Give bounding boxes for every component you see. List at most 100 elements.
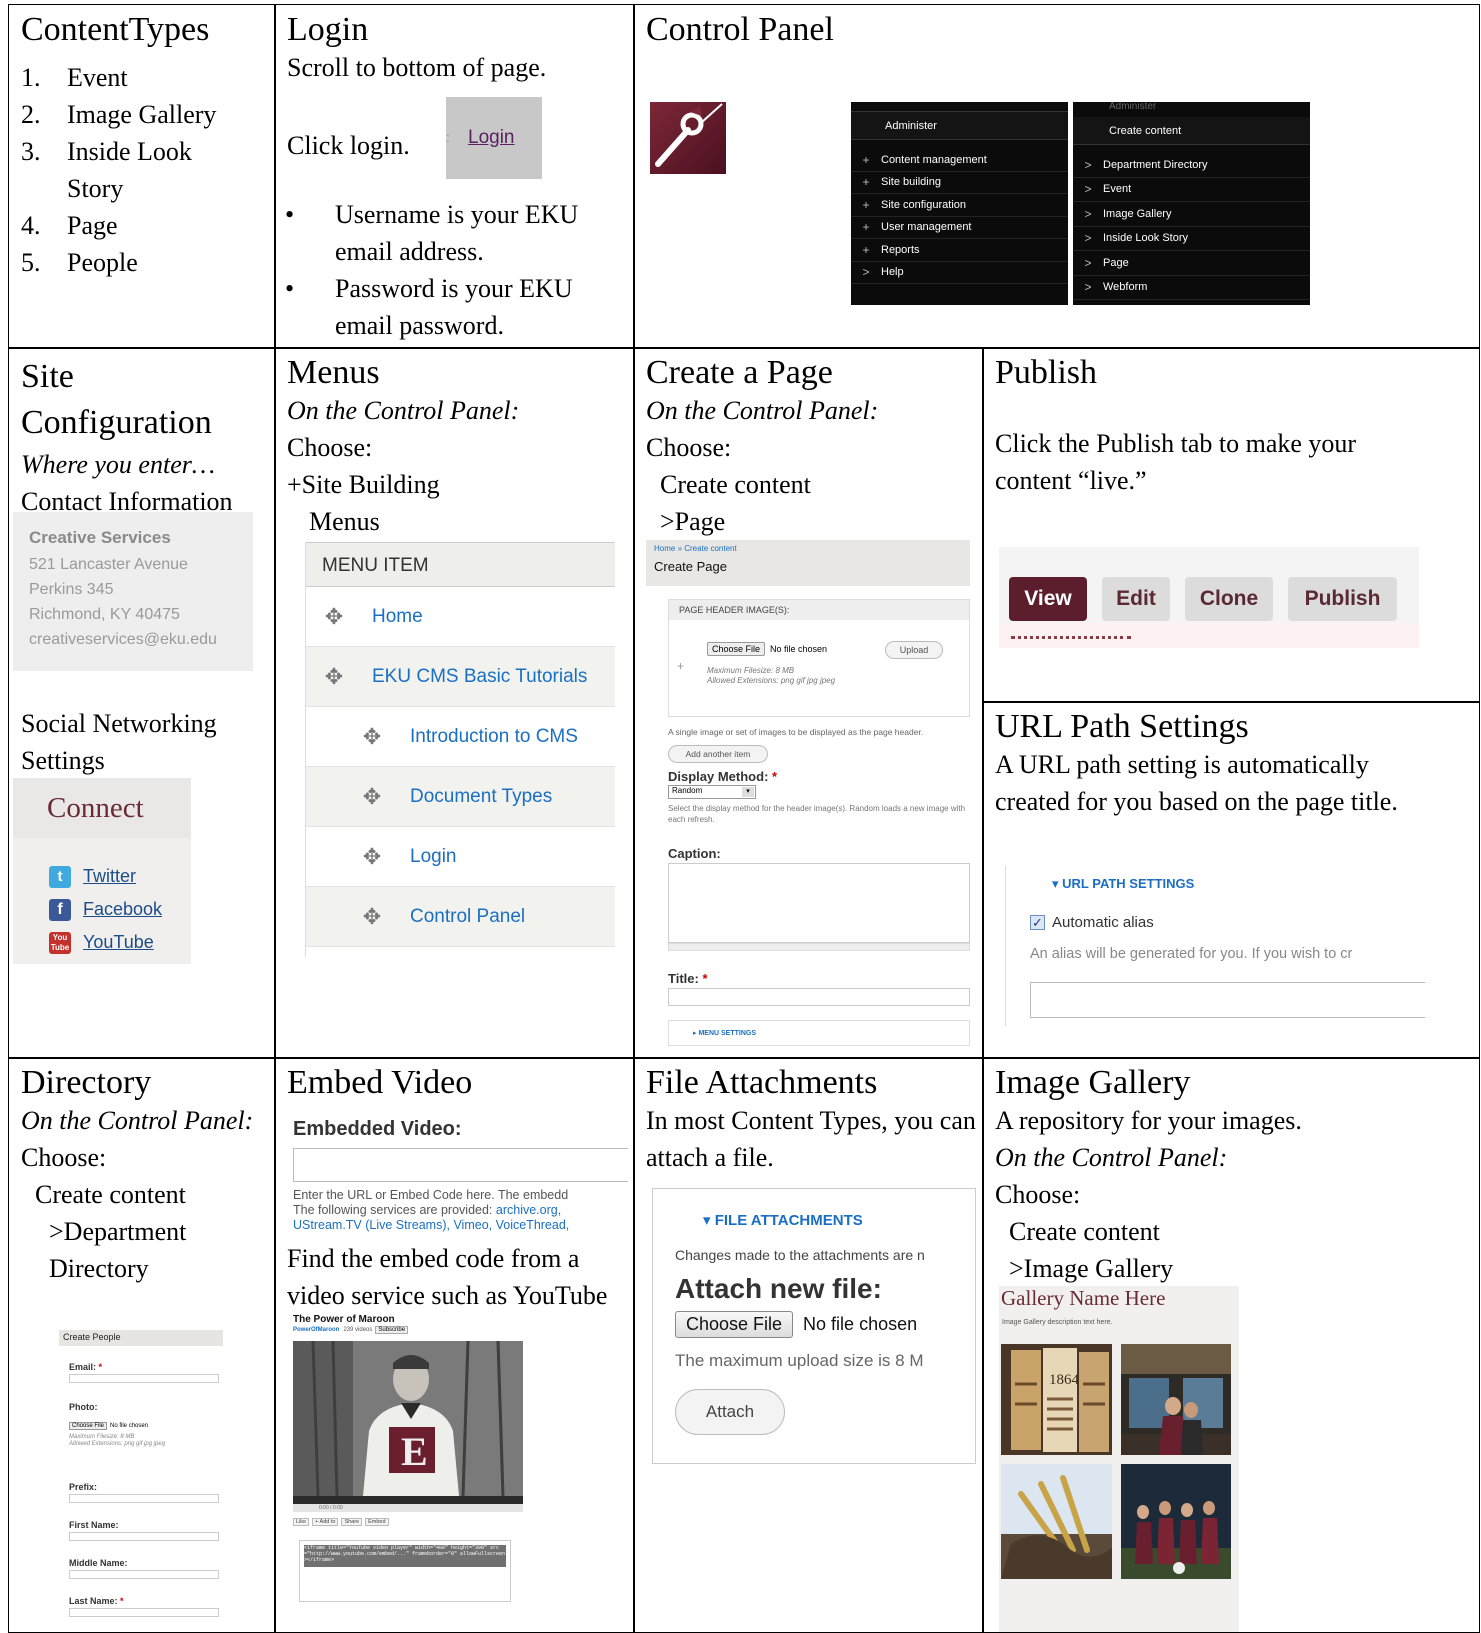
last-name-field[interactable]: [69, 1608, 219, 1617]
login-link[interactable]: Login: [468, 127, 515, 149]
menu-settings-toggle[interactable]: ▸ MENU SETTINGS: [668, 1020, 970, 1046]
embedded-video-input[interactable]: [293, 1148, 628, 1182]
file-attachments-toggle[interactable]: ▾ FILE ATTACHMENTS: [703, 1211, 863, 1229]
automatic-alias-label: Automatic alias: [1052, 914, 1154, 931]
gallery-text: A repository for your images.: [995, 1106, 1302, 1135]
drag-handle-icon[interactable]: +: [677, 659, 684, 673]
facebook-link[interactable]: f Facebook: [49, 893, 162, 926]
breadcrumb[interactable]: Home » Create content: [654, 544, 962, 553]
embed-code-textbox[interactable]: <iframe title="YouTube video player" wid…: [304, 1545, 506, 1567]
menu-item-site-configuration[interactable]: + Site configuration: [851, 194, 1068, 217]
gallery-thumbnail[interactable]: [1121, 1344, 1231, 1455]
choose-file-button[interactable]: Choose File: [707, 642, 766, 656]
allowed-extensions: Allowed Extensions: png gif jpg jpeg: [707, 676, 836, 685]
channel-link[interactable]: PowerOfMaroon: [293, 1327, 339, 1333]
menu-item-webform[interactable]: > Webform: [1073, 276, 1310, 300]
menu-top-label: Administer: [1109, 102, 1157, 112]
contact-email: creativeservices@eku.edu: [29, 631, 217, 648]
email-field[interactable]: [69, 1374, 219, 1383]
menu-item-help[interactable]: > Help: [851, 262, 1068, 284]
drag-handle-icon[interactable]: ✥: [352, 844, 392, 870]
drag-handle-icon[interactable]: ✥: [314, 664, 354, 690]
like-button[interactable]: Like: [293, 1518, 310, 1526]
create-page-cell: Create a Page On the Control Panel: Choo…: [633, 347, 984, 1059]
facebook-icon: f: [49, 898, 71, 921]
add-another-item-button[interactable]: Add another item: [668, 745, 768, 763]
create-people-screenshot: Create People Email: * Photo: Choose Fil…: [59, 1330, 223, 1630]
drag-handle-icon[interactable]: ✥: [352, 784, 392, 810]
gallery-thumbnail[interactable]: [1001, 1464, 1112, 1579]
no-file-text: No file chosen: [770, 644, 828, 654]
attach-button[interactable]: Attach: [675, 1389, 785, 1435]
url-path-settings-toggle[interactable]: ▾ URL PATH SETTINGS: [1052, 876, 1194, 892]
administer-menu: Administer + Content management + Site bui…: [851, 102, 1068, 305]
service-links[interactable]: UStream.TV (Live Streams), Vimeo, VoiceT…: [293, 1218, 569, 1233]
alias-help: An alias will be generated for you. If y…: [1030, 946, 1353, 962]
twitter-link[interactable]: t Twitter: [49, 860, 162, 893]
tab-view[interactable]: View: [1009, 577, 1087, 621]
table-row[interactable]: ✥ EKU CMS Basic Tutorials: [306, 647, 615, 707]
choose-file-button[interactable]: Choose File: [675, 1311, 794, 1338]
list-item: Password is your EKU email password.: [285, 270, 617, 344]
menu-item-site-building[interactable]: + Site building: [851, 172, 1068, 194]
menu-item-image-gallery[interactable]: > Image Gallery: [1073, 202, 1310, 227]
title-label: Title:: [668, 971, 699, 986]
tab-edit[interactable]: Edit: [1102, 577, 1170, 621]
upload-button[interactable]: Upload: [885, 641, 943, 659]
youtube-link[interactable]: You Tube YouTube: [49, 926, 162, 959]
title-input[interactable]: [668, 988, 970, 1006]
header-images-label: PAGE HEADER IMAGE(S):: [669, 600, 969, 620]
add-to-button[interactable]: + Add to: [312, 1518, 339, 1526]
changes-text: Changes made to the attachments are n: [675, 1247, 925, 1263]
textarea-resize-handle[interactable]: [668, 943, 970, 951]
gallery-thumbnail[interactable]: 1864: [1001, 1344, 1112, 1455]
menu-item-event[interactable]: > Event: [1073, 178, 1310, 202]
table-row[interactable]: ✥ Document Types: [306, 767, 615, 827]
middle-name-label: Middle Name:: [69, 1558, 128, 1568]
first-name-field[interactable]: [69, 1532, 219, 1541]
menu-item-column-header: MENU ITEM: [306, 542, 615, 587]
contact-name: Creative Services: [29, 528, 171, 547]
url-alias-input[interactable]: [1030, 982, 1425, 1018]
content-types-title: ContentTypes: [21, 11, 210, 48]
tab-publish[interactable]: Publish: [1288, 577, 1397, 621]
table-row[interactable]: ✥ Home: [306, 587, 615, 647]
video-player[interactable]: E: [293, 1341, 523, 1496]
menu-item-reports[interactable]: + Reports: [851, 239, 1068, 262]
menu-item-inside-look-story[interactable]: > Inside Look Story: [1073, 227, 1310, 251]
menu-item-page[interactable]: > Page: [1073, 251, 1310, 276]
caption-label: Caption:: [668, 846, 721, 861]
directory-step2: >Department Directory: [49, 1217, 187, 1283]
site-config-title: Site Configuration: [21, 358, 212, 441]
table-row[interactable]: ✥ Control Panel: [306, 887, 615, 947]
publish-tabs-screenshot: View Edit Clone Publish: [999, 547, 1419, 648]
tab-clone[interactable]: Clone: [1185, 577, 1273, 621]
share-button[interactable]: Share: [341, 1518, 363, 1526]
automatic-alias-checkbox[interactable]: ✓: [1030, 915, 1045, 930]
gallery-thumbnail[interactable]: [1121, 1464, 1231, 1579]
directory-title: Directory: [21, 1064, 152, 1101]
drag-handle-icon[interactable]: ✥: [352, 724, 392, 750]
choose-file-button[interactable]: Choose File: [69, 1422, 108, 1430]
wrench-icon[interactable]: [650, 102, 726, 174]
embed-button[interactable]: Embed: [365, 1518, 389, 1526]
middle-name-field[interactable]: [69, 1570, 219, 1579]
menu-item-user-management[interactable]: + User management: [851, 217, 1068, 239]
embed-video-cell: Embed Video Embedded Video: Enter the UR…: [274, 1057, 635, 1633]
menu-item-department-directory[interactable]: > Department Directory: [1073, 153, 1310, 178]
table-row[interactable]: ✥ Login: [306, 827, 615, 887]
directory-on-cp: On the Control Panel:: [21, 1106, 254, 1135]
display-method-select[interactable]: Random ▾: [668, 785, 756, 799]
drag-handle-icon[interactable]: ✥: [314, 604, 354, 630]
drag-handle-icon[interactable]: ✥: [352, 904, 392, 930]
service-link[interactable]: archive.org,: [496, 1203, 561, 1217]
menu-item-content-management[interactable]: + Content management: [851, 149, 1068, 172]
table-row[interactable]: ✥ Introduction to CMS: [306, 707, 615, 767]
publish-cell: Publish Click the Publish tab to make yo…: [982, 347, 1480, 703]
embed-help: Enter the URL or Embed Code here. The em…: [293, 1188, 569, 1202]
caption-textarea[interactable]: [668, 863, 970, 943]
prefix-field[interactable]: [69, 1494, 219, 1503]
video-time: 0:00 / 0:00: [293, 1504, 523, 1512]
login-click-text: Click login.: [287, 131, 410, 160]
subscribe-button[interactable]: Subscribe: [375, 1326, 409, 1334]
